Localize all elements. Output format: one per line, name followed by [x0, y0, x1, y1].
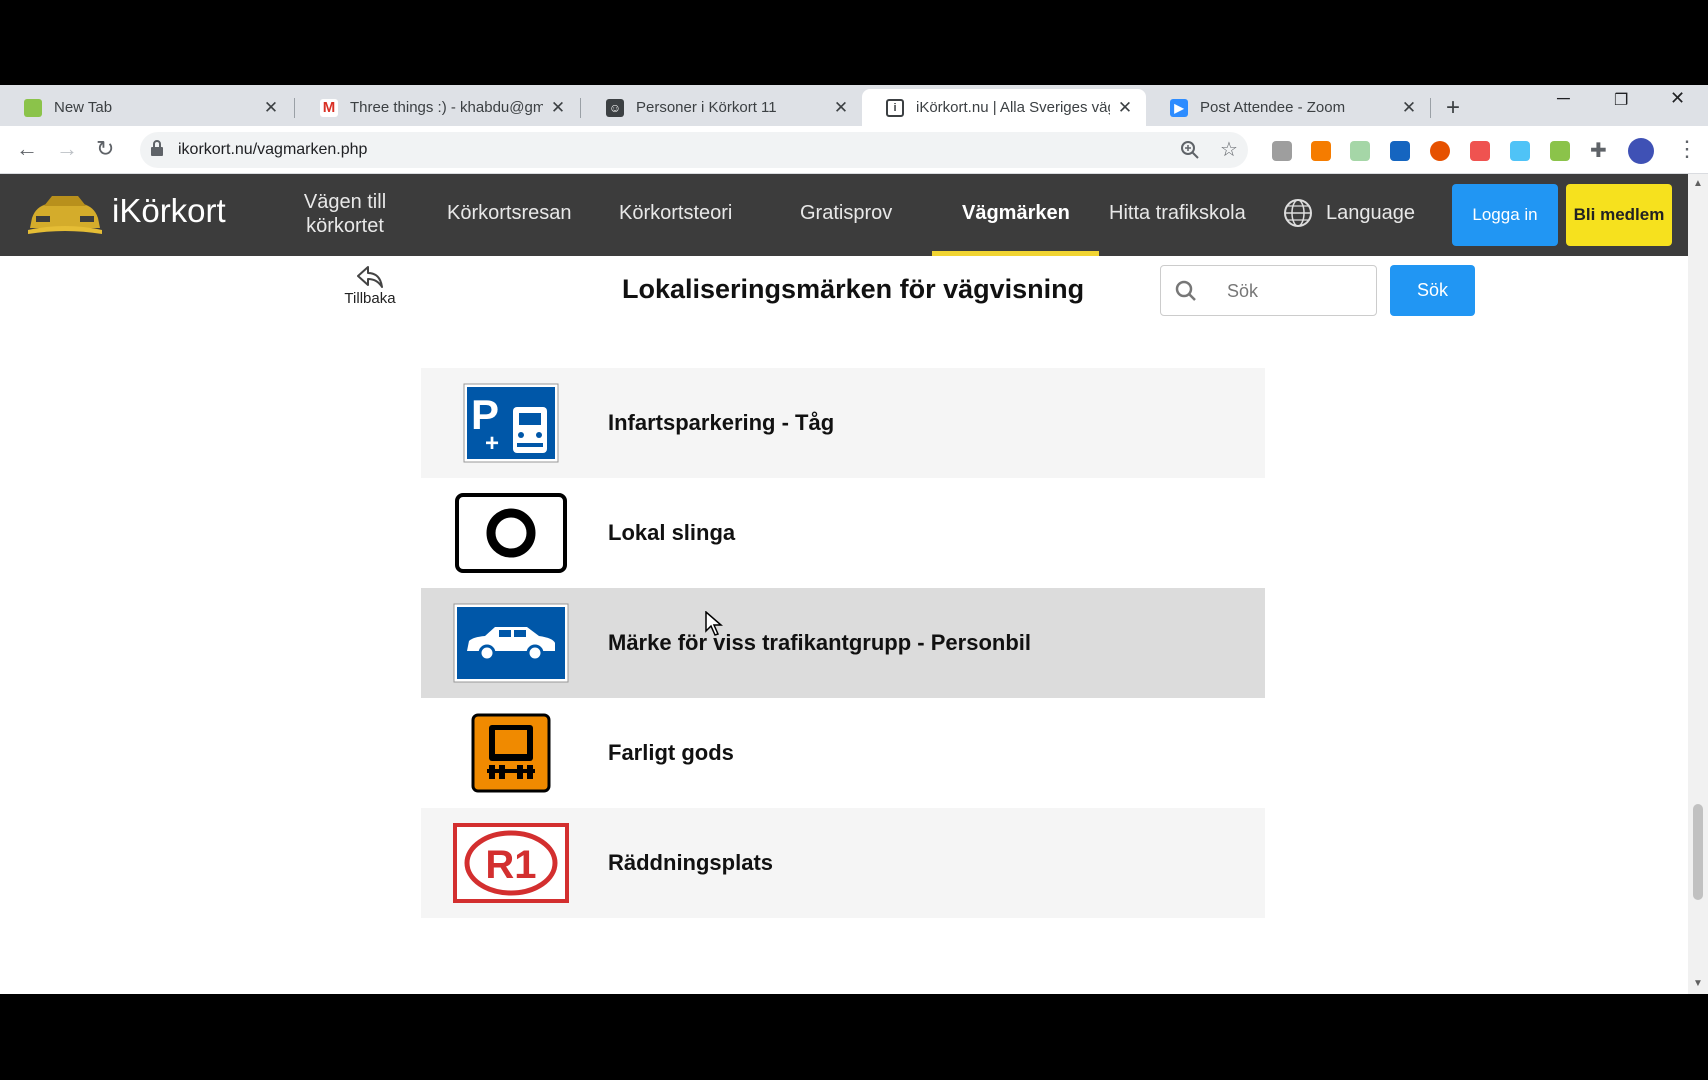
browser-toolbar: ← → ↻ ikorkort.nu/vagmarken.php ☆ ✚ ⋮: [0, 126, 1708, 174]
park-and-ride-train-sign-icon: P +: [453, 379, 569, 467]
zoom-icon[interactable]: [1180, 140, 1200, 160]
extension-icon[interactable]: [1311, 141, 1331, 161]
extension-icon[interactable]: [1510, 141, 1530, 161]
ikorkort-favicon: i: [886, 98, 904, 117]
nav-korkortsresan[interactable]: Körkortsresan: [447, 202, 572, 225]
browser-tab[interactable]: M Three things :) - khabdu@gma ✕: [296, 89, 579, 126]
nav-vagmarken[interactable]: Vägmärken: [962, 202, 1070, 225]
tab-separator: [1430, 98, 1431, 118]
extension-icon[interactable]: [1350, 141, 1370, 161]
new-tab-button[interactable]: +: [1446, 94, 1460, 122]
passenger-car-sign-icon: [453, 599, 569, 687]
extension-icon[interactable]: [1470, 141, 1490, 161]
letterbox-bottom: [0, 994, 1708, 1080]
back-arrow-icon[interactable]: ←: [16, 136, 38, 162]
close-tab-icon[interactable]: ✕: [262, 98, 280, 118]
reload-icon[interactable]: ↻: [96, 136, 114, 162]
list-item[interactable]: P + Infartsparkering - Tåg: [421, 368, 1265, 478]
sign-name: Räddningsplats: [608, 850, 774, 875]
globe-icon[interactable]: [1283, 198, 1313, 228]
close-tab-icon[interactable]: ✕: [1400, 98, 1418, 118]
tab-separator: [580, 98, 581, 118]
extension-icon[interactable]: [1430, 141, 1450, 161]
sign-name: Infartsparkering - Tåg: [608, 410, 835, 435]
login-button[interactable]: Logga in: [1452, 184, 1558, 246]
nav-gratisprov[interactable]: Gratisprov: [800, 202, 892, 225]
back-arrow-icon: [357, 266, 383, 288]
list-item[interactable]: Märke för viss trafikantgrupp - Personbi…: [421, 588, 1265, 698]
mouse-cursor-icon: [705, 611, 723, 636]
rescue-point-sign-icon: R1: [453, 819, 569, 907]
list-item[interactable]: R1 Räddningsplats: [421, 808, 1265, 918]
extensions-puzzle-icon[interactable]: ✚: [1590, 138, 1607, 163]
search-input[interactable]: [1227, 278, 1367, 304]
new-tab-favicon: [24, 98, 42, 117]
car-logo-icon[interactable]: [26, 192, 104, 236]
zoom-favicon: ▶: [1170, 98, 1188, 117]
page-scrollbar[interactable]: ▲ ▼: [1688, 174, 1708, 994]
gmail-favicon: M: [320, 98, 338, 117]
bookmark-star-icon[interactable]: ☆: [1220, 137, 1238, 162]
extension-icon[interactable]: [1390, 141, 1410, 161]
contacts-favicon: ☺: [606, 98, 624, 117]
browser-tab[interactable]: ▶ Post Attendee - Zoom ✕: [1146, 89, 1430, 126]
letterbox-top: [0, 0, 1708, 85]
become-member-button[interactable]: Bli medlem: [1566, 184, 1672, 246]
site-header: iKörkort Vägen till körkortet Körkortsre…: [0, 174, 1688, 256]
search-icon: [1175, 280, 1196, 301]
list-item[interactable]: Farligt gods: [421, 698, 1265, 808]
url-text: ikorkort.nu/vagmarken.php: [178, 141, 368, 158]
tab-separator: [294, 98, 295, 118]
page-content: P + Infartsparkering - Tåg Lokal slinga: [0, 256, 1688, 994]
restore-icon[interactable]: ❐: [1614, 90, 1628, 110]
lock-icon: [151, 140, 163, 156]
sign-name: Farligt gods: [608, 740, 734, 765]
minimize-icon[interactable]: ─: [1557, 88, 1570, 109]
search-button[interactable]: Sök: [1390, 265, 1475, 316]
search-field[interactable]: [1160, 265, 1377, 316]
scrollbar-thumb[interactable]: [1693, 804, 1703, 900]
list-item[interactable]: Lokal slinga: [421, 478, 1265, 588]
svg-text:+: +: [485, 430, 499, 457]
extension-icon[interactable]: [1550, 141, 1570, 161]
nav-korkortsteori[interactable]: Körkortsteori: [619, 202, 732, 225]
forward-arrow-icon[interactable]: →: [56, 136, 78, 162]
local-loop-sign-icon: [453, 489, 569, 577]
page-toolbar: Tillbaka Lokaliseringsmärken för vägvisn…: [0, 256, 1688, 322]
back-label: Tillbaka: [344, 290, 396, 307]
site-logo-text[interactable]: iKörkort: [112, 192, 226, 230]
svg-text:R1: R1: [485, 843, 536, 887]
profile-avatar[interactable]: [1628, 138, 1654, 164]
back-button[interactable]: Tillbaka: [338, 264, 402, 307]
browser-tab-active[interactable]: i iKörkort.nu | Alla Sveriges vägm ✕: [862, 89, 1146, 126]
close-tab-icon[interactable]: ✕: [832, 98, 850, 118]
nav-hitta-trafikskola[interactable]: Hitta trafikskola: [1109, 202, 1246, 225]
browser-tab[interactable]: ☺ Personer i Körkort 11 ✕: [582, 89, 862, 126]
sign-name: Märke för viss trafikantgrupp - Personbi…: [608, 630, 1031, 655]
window-close-icon[interactable]: ✕: [1670, 88, 1685, 109]
address-bar[interactable]: ikorkort.nu/vagmarken.php ☆: [140, 132, 1248, 168]
sign-name: Lokal slinga: [608, 520, 736, 545]
scroll-down-icon[interactable]: ▼: [1693, 978, 1703, 989]
close-tab-icon[interactable]: ✕: [549, 98, 567, 118]
browser-tab[interactable]: New Tab ✕: [0, 89, 292, 126]
nav-vagen-till-korkortet[interactable]: Vägen till körkortet: [290, 190, 400, 238]
language-selector[interactable]: Language: [1326, 202, 1415, 225]
page-title: Lokaliseringsmärken för vägvisning: [622, 274, 1085, 304]
scroll-up-icon[interactable]: ▲: [1693, 178, 1703, 189]
browser-menu-icon[interactable]: ⋮: [1676, 136, 1698, 162]
close-tab-icon[interactable]: ✕: [1116, 98, 1134, 118]
dangerous-goods-sign-icon: [453, 709, 569, 797]
extension-icon[interactable]: [1272, 141, 1292, 161]
